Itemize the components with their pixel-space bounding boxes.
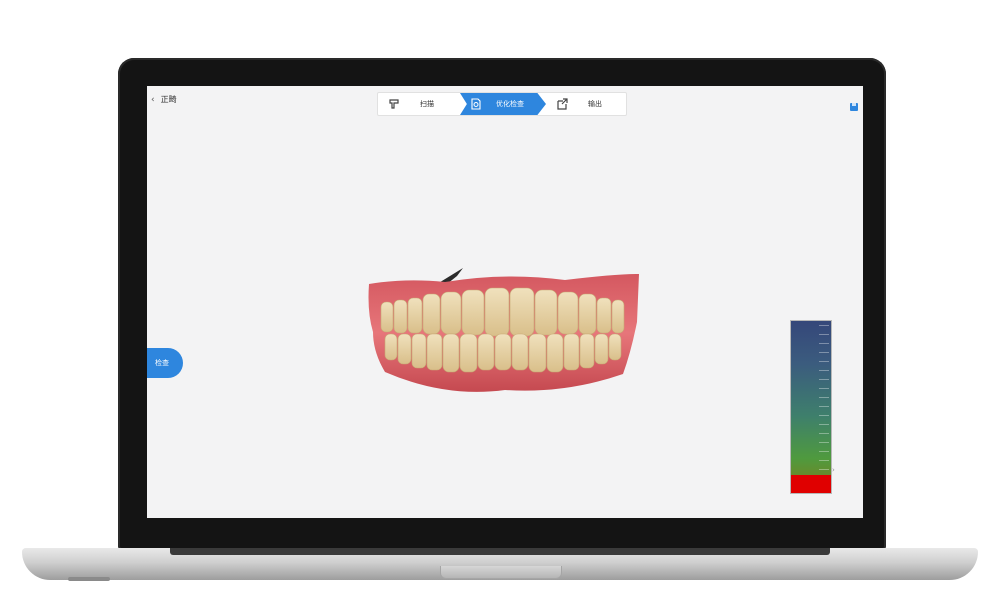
app-screen: ‹ 正畸 扫描 优化检查 输出 检查 › <box>147 86 863 518</box>
step-scan[interactable]: 扫描 <box>382 93 462 115</box>
color-scale-ticks <box>819 325 829 471</box>
inspect-icon <box>471 98 481 110</box>
back-button[interactable]: ‹ 正畸 <box>151 94 177 105</box>
distance-color-scale <box>790 320 832 494</box>
workflow-stepper: 扫描 优化检查 输出 <box>377 92 627 116</box>
laptop-thumb-notch <box>440 566 562 579</box>
step-scan-label: 扫描 <box>420 100 434 108</box>
step-inspect[interactable]: 优化检查 <box>460 93 546 115</box>
dental-model-view[interactable] <box>365 262 643 402</box>
inspect-side-label: 检查 <box>155 359 169 367</box>
step-export[interactable]: 输出 <box>550 93 624 115</box>
laptop-indicator-slot <box>68 577 110 581</box>
back-label: 正畸 <box>160 95 177 104</box>
color-scale-handle-icon[interactable]: › <box>832 466 835 474</box>
export-icon <box>557 98 568 110</box>
step-inspect-label: 优化检查 <box>496 100 524 108</box>
color-scale-red-zone <box>791 475 831 493</box>
inspect-side-button[interactable]: 检查 <box>147 348 183 378</box>
lower-teeth <box>384 333 622 373</box>
save-icon[interactable] <box>849 102 859 112</box>
step-export-label: 输出 <box>588 100 602 108</box>
scan-icon <box>389 99 399 109</box>
chevron-left-icon: ‹ <box>151 94 155 105</box>
laptop-keyboard-edge <box>170 548 830 555</box>
